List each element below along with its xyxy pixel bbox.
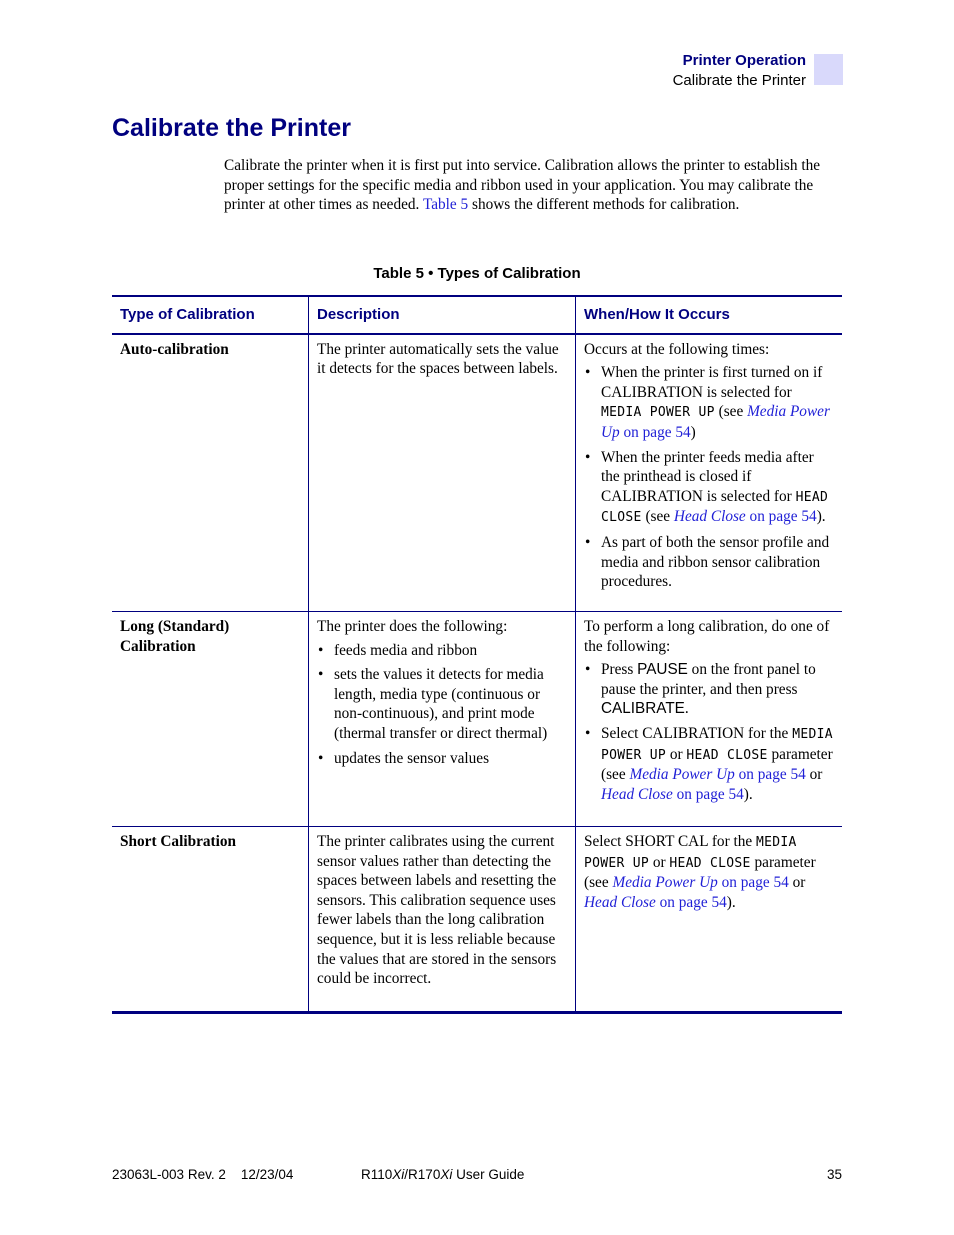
xref-link[interactable]: Head Close bbox=[584, 894, 656, 911]
xref-page-link[interactable]: on page 54 bbox=[656, 894, 727, 911]
intro-text-end: shows the different methods for calibrat… bbox=[468, 196, 740, 214]
text: When the printer feeds media after the p… bbox=[601, 448, 814, 505]
text: ) bbox=[690, 423, 696, 441]
header-section: Printer Operation bbox=[682, 52, 806, 69]
list-item: When the printer is first turned on if C… bbox=[584, 363, 834, 442]
text: or bbox=[788, 874, 806, 892]
xref-page-link[interactable]: on page 54 bbox=[746, 508, 817, 525]
when-intro: To perform a long calibration, do one of… bbox=[584, 618, 830, 655]
text: Select SHORT CAL for the bbox=[584, 833, 756, 851]
text: As part of both the sensor profile and m… bbox=[601, 533, 830, 591]
xref-link[interactable]: Head Close bbox=[674, 508, 746, 525]
description-intro: The printer does the following: bbox=[317, 618, 508, 636]
calibration-when: Select SHORT CAL for the MEDIA POWER UP … bbox=[575, 826, 842, 1015]
footer-guide-title: R110Xi/R170Xi User Guide bbox=[361, 1167, 524, 1182]
text: /R170 bbox=[404, 1167, 441, 1182]
text: Select CALIBRATION for the bbox=[601, 725, 793, 743]
running-header: Printer Operation Calibrate the Printer bbox=[673, 51, 806, 91]
panel-key: CALIBRATE bbox=[601, 700, 685, 718]
calibration-type: Long (Standard) Calibration bbox=[112, 611, 309, 828]
column-header-description: Description bbox=[308, 295, 576, 335]
table-row: Auto-calibration The printer automatical… bbox=[112, 333, 842, 613]
text: Press bbox=[601, 661, 638, 679]
text: (see bbox=[714, 403, 748, 421]
text: User Guide bbox=[452, 1167, 525, 1182]
table-row: Long (Standard) Calibration The printer … bbox=[112, 611, 842, 828]
footer-doc-id: 23063L-003 Rev. 2 12/23/04 bbox=[112, 1167, 294, 1182]
header-thumb-tab bbox=[814, 54, 843, 85]
xref-page-link[interactable]: on page 54 bbox=[673, 786, 744, 803]
text: ). bbox=[726, 893, 736, 911]
xref-page-link[interactable]: on page 54 bbox=[620, 424, 691, 441]
column-header-when: When/How It Occurs bbox=[575, 295, 842, 335]
list-item: updates the sensor values bbox=[317, 749, 567, 769]
text: When the printer is first turned on if C… bbox=[601, 364, 823, 401]
table-5-link[interactable]: Table 5 bbox=[423, 196, 468, 213]
text: R110 bbox=[361, 1167, 393, 1182]
column-header-type: Type of Calibration bbox=[112, 295, 309, 335]
list-item: sets the values it detects for media len… bbox=[317, 665, 567, 743]
text: Xi bbox=[440, 1167, 453, 1182]
text: ). bbox=[816, 508, 826, 526]
description-list: feeds media and ribbon sets the values i… bbox=[317, 641, 567, 769]
intro-paragraph: Calibrate the printer when it is first p… bbox=[224, 156, 844, 215]
when-list: Press PAUSE on the front panel to pause … bbox=[584, 660, 834, 804]
text: . bbox=[684, 700, 689, 718]
calibration-description: The printer automatically sets the value… bbox=[308, 333, 576, 613]
list-item: Press PAUSE on the front panel to pause … bbox=[584, 660, 834, 719]
header-subsection: Calibrate the Printer bbox=[672, 72, 806, 89]
calibration-description: The printer calibrates using the current… bbox=[308, 826, 576, 1015]
calibration-description: The printer does the following: feeds me… bbox=[308, 611, 576, 828]
text: or bbox=[666, 745, 687, 763]
page-title: Calibrate the Printer bbox=[112, 114, 351, 142]
list-item: When the printer feeds media after the p… bbox=[584, 448, 834, 528]
when-intro: Occurs at the following times: bbox=[584, 340, 770, 358]
calibration-when: Occurs at the following times: When the … bbox=[575, 333, 842, 613]
text: (see bbox=[641, 508, 674, 526]
text: ). bbox=[743, 785, 753, 803]
param-name: HEAD CLOSE bbox=[686, 747, 768, 763]
table-header-row: Type of Calibration Description When/How… bbox=[112, 295, 842, 335]
calibration-type: Short Calibration bbox=[112, 826, 309, 1015]
footer-page-number: 35 bbox=[826, 1167, 842, 1182]
text: Xi bbox=[392, 1167, 405, 1182]
list-item: Select CALIBRATION for the MEDIA POWER U… bbox=[584, 724, 834, 804]
xref-link[interactable]: Media Power Up bbox=[612, 874, 717, 891]
table-caption: Table 5 • Types of Calibration bbox=[373, 265, 581, 282]
when-list: When the printer is first turned on if C… bbox=[584, 363, 834, 592]
text: or bbox=[805, 766, 823, 784]
list-item: feeds media and ribbon bbox=[317, 641, 567, 661]
table-row: Short Calibration The printer calibrates… bbox=[112, 826, 842, 1015]
xref-page-link[interactable]: on page 54 bbox=[718, 874, 789, 891]
param-name: MEDIA POWER UP bbox=[601, 405, 715, 421]
calibration-when: To perform a long calibration, do one of… bbox=[575, 611, 842, 828]
xref-link[interactable]: Head Close bbox=[601, 786, 673, 803]
calibration-type: Auto-calibration bbox=[112, 333, 309, 613]
xref-link[interactable]: Media Power Up bbox=[629, 766, 734, 783]
text: or bbox=[649, 853, 670, 871]
list-item: As part of both the sensor profile and m… bbox=[584, 533, 834, 592]
param-name: HEAD CLOSE bbox=[669, 855, 751, 871]
calibration-types-table: Type of Calibration Description When/How… bbox=[112, 295, 842, 1015]
xref-page-link[interactable]: on page 54 bbox=[735, 766, 806, 783]
panel-key: PAUSE bbox=[637, 661, 688, 679]
